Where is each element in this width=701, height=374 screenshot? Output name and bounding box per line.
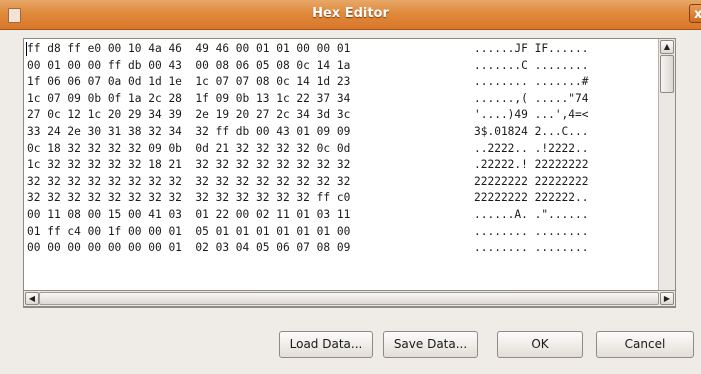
hex-row[interactable]: 00 01 00 00 ff db 00 43 00 08 06 05 08 0…	[27, 58, 589, 75]
ascii-text: 22222222 22222222	[474, 174, 589, 188]
hex-row[interactable]: 01 ff c4 00 1f 00 00 01 05 01 01 01 01 0…	[27, 224, 589, 241]
ascii-text: ......JF IF......	[474, 42, 589, 55]
hex-row[interactable]: 0c 18 32 32 32 32 09 0b 0d 21 32 32 32 3…	[27, 141, 589, 158]
ascii-text: 3$.01824 2...C...	[474, 124, 589, 138]
ascii-text: ........ ........	[474, 241, 589, 255]
scroll-right-icon[interactable]: ▶	[660, 292, 674, 305]
hex-bytes: 01 ff c4 00 1f 00 00 01 05 01 01 01 01 0…	[27, 224, 351, 238]
hex-row[interactable]: ff d8 ff e0 00 10 4a 46 49 46 00 01 01 0…	[27, 41, 589, 58]
ascii-text: .22222.! 22222222	[474, 158, 589, 172]
hex-bytes: 00 11 08 00 15 00 41 03 01 22 00 02 11 0…	[27, 207, 351, 221]
hex-row[interactable]: 1f 06 06 07 0a 0d 1d 1e 1c 07 07 08 0c 1…	[27, 74, 589, 91]
hex-bytes: 1c 07 09 0b 0f 1a 2c 28 1f 09 0b 13 1c 2…	[27, 91, 351, 105]
close-button[interactable]: x	[689, 4, 701, 23]
ascii-text: ........ ........	[474, 224, 589, 238]
hex-rows: ff d8 ff e0 00 10 4a 46 49 46 00 01 01 0…	[27, 41, 589, 257]
ascii-text: ......,( ....."74	[474, 91, 589, 105]
ok-button[interactable]: OK	[497, 331, 583, 358]
hex-bytes: ff d8 ff e0 00 10 4a 46 49 46 00 01 01 0…	[27, 42, 351, 55]
save-data-button[interactable]: Save Data...	[383, 331, 478, 358]
horizontal-scrollbar[interactable]: ◀ ▶	[23, 290, 676, 307]
hex-bytes: 32 32 32 32 32 32 32 32 32 32 32 32 32 3…	[27, 191, 351, 205]
hex-bytes: 00 00 00 00 00 00 00 01 02 03 04 05 06 0…	[27, 241, 351, 255]
ascii-text: ......A. ."......	[474, 207, 589, 221]
cancel-button[interactable]: Cancel	[596, 331, 694, 358]
ascii-text: .......C ........	[474, 58, 589, 72]
hex-row[interactable]: 33 24 2e 30 31 38 32 34 32 ff db 00 43 0…	[27, 124, 589, 141]
hex-row[interactable]: 1c 07 09 0b 0f 1a 2c 28 1f 09 0b 13 1c 2…	[27, 91, 589, 108]
hex-row[interactable]: 32 32 32 32 32 32 32 32 32 32 32 32 32 3…	[27, 190, 589, 207]
hex-bytes: 1c 32 32 32 32 32 18 21 32 32 32 32 32 3…	[27, 158, 351, 172]
horizontal-scroll-thumb[interactable]	[39, 292, 659, 305]
title-bar: Hex Editor x	[0, 0, 701, 30]
hex-bytes: 27 0c 12 1c 20 29 34 39 2e 19 20 27 2c 3…	[27, 108, 351, 122]
hex-bytes: 0c 18 32 32 32 32 09 0b 0d 21 32 32 32 3…	[27, 141, 351, 155]
hex-row[interactable]: 1c 32 32 32 32 32 18 21 32 32 32 32 32 3…	[27, 157, 589, 174]
ascii-text: ........ .......#	[474, 75, 589, 89]
hex-bytes: 32 32 32 32 32 32 32 32 32 32 32 32 32 3…	[27, 174, 351, 188]
hex-bytes: 00 01 00 00 ff db 00 43 00 08 06 05 08 0…	[27, 58, 351, 72]
ascii-text: 22222222 222222..	[474, 191, 589, 205]
hex-view[interactable]: ff d8 ff e0 00 10 4a 46 49 46 00 01 01 0…	[23, 38, 676, 308]
scroll-left-icon[interactable]: ◀	[25, 292, 39, 305]
hex-row[interactable]: 32 32 32 32 32 32 32 32 32 32 32 32 32 3…	[27, 174, 589, 191]
scroll-up-icon[interactable]: ▲	[660, 40, 674, 54]
hex-row[interactable]: 27 0c 12 1c 20 29 34 39 2e 19 20 27 2c 3…	[27, 107, 589, 124]
vertical-scrollbar[interactable]: ▲ ▼	[658, 39, 675, 307]
ascii-text: '....)49 ...',4=<	[474, 108, 589, 122]
hex-row[interactable]: 00 11 08 00 15 00 41 03 01 22 00 02 11 0…	[27, 207, 589, 224]
window-title: Hex Editor	[312, 6, 389, 21]
hex-row[interactable]: 00 00 00 00 00 00 00 01 02 03 04 05 06 0…	[27, 240, 589, 257]
hex-bytes: 33 24 2e 30 31 38 32 34 32 ff db 00 43 0…	[27, 124, 351, 138]
load-data-button[interactable]: Load Data...	[279, 331, 373, 358]
hex-bytes: 1f 06 06 07 0a 0d 1d 1e 1c 07 07 08 0c 1…	[27, 75, 351, 89]
vertical-scroll-thumb[interactable]	[660, 55, 674, 93]
ascii-text: ..2222.. .!2222..	[474, 141, 589, 155]
